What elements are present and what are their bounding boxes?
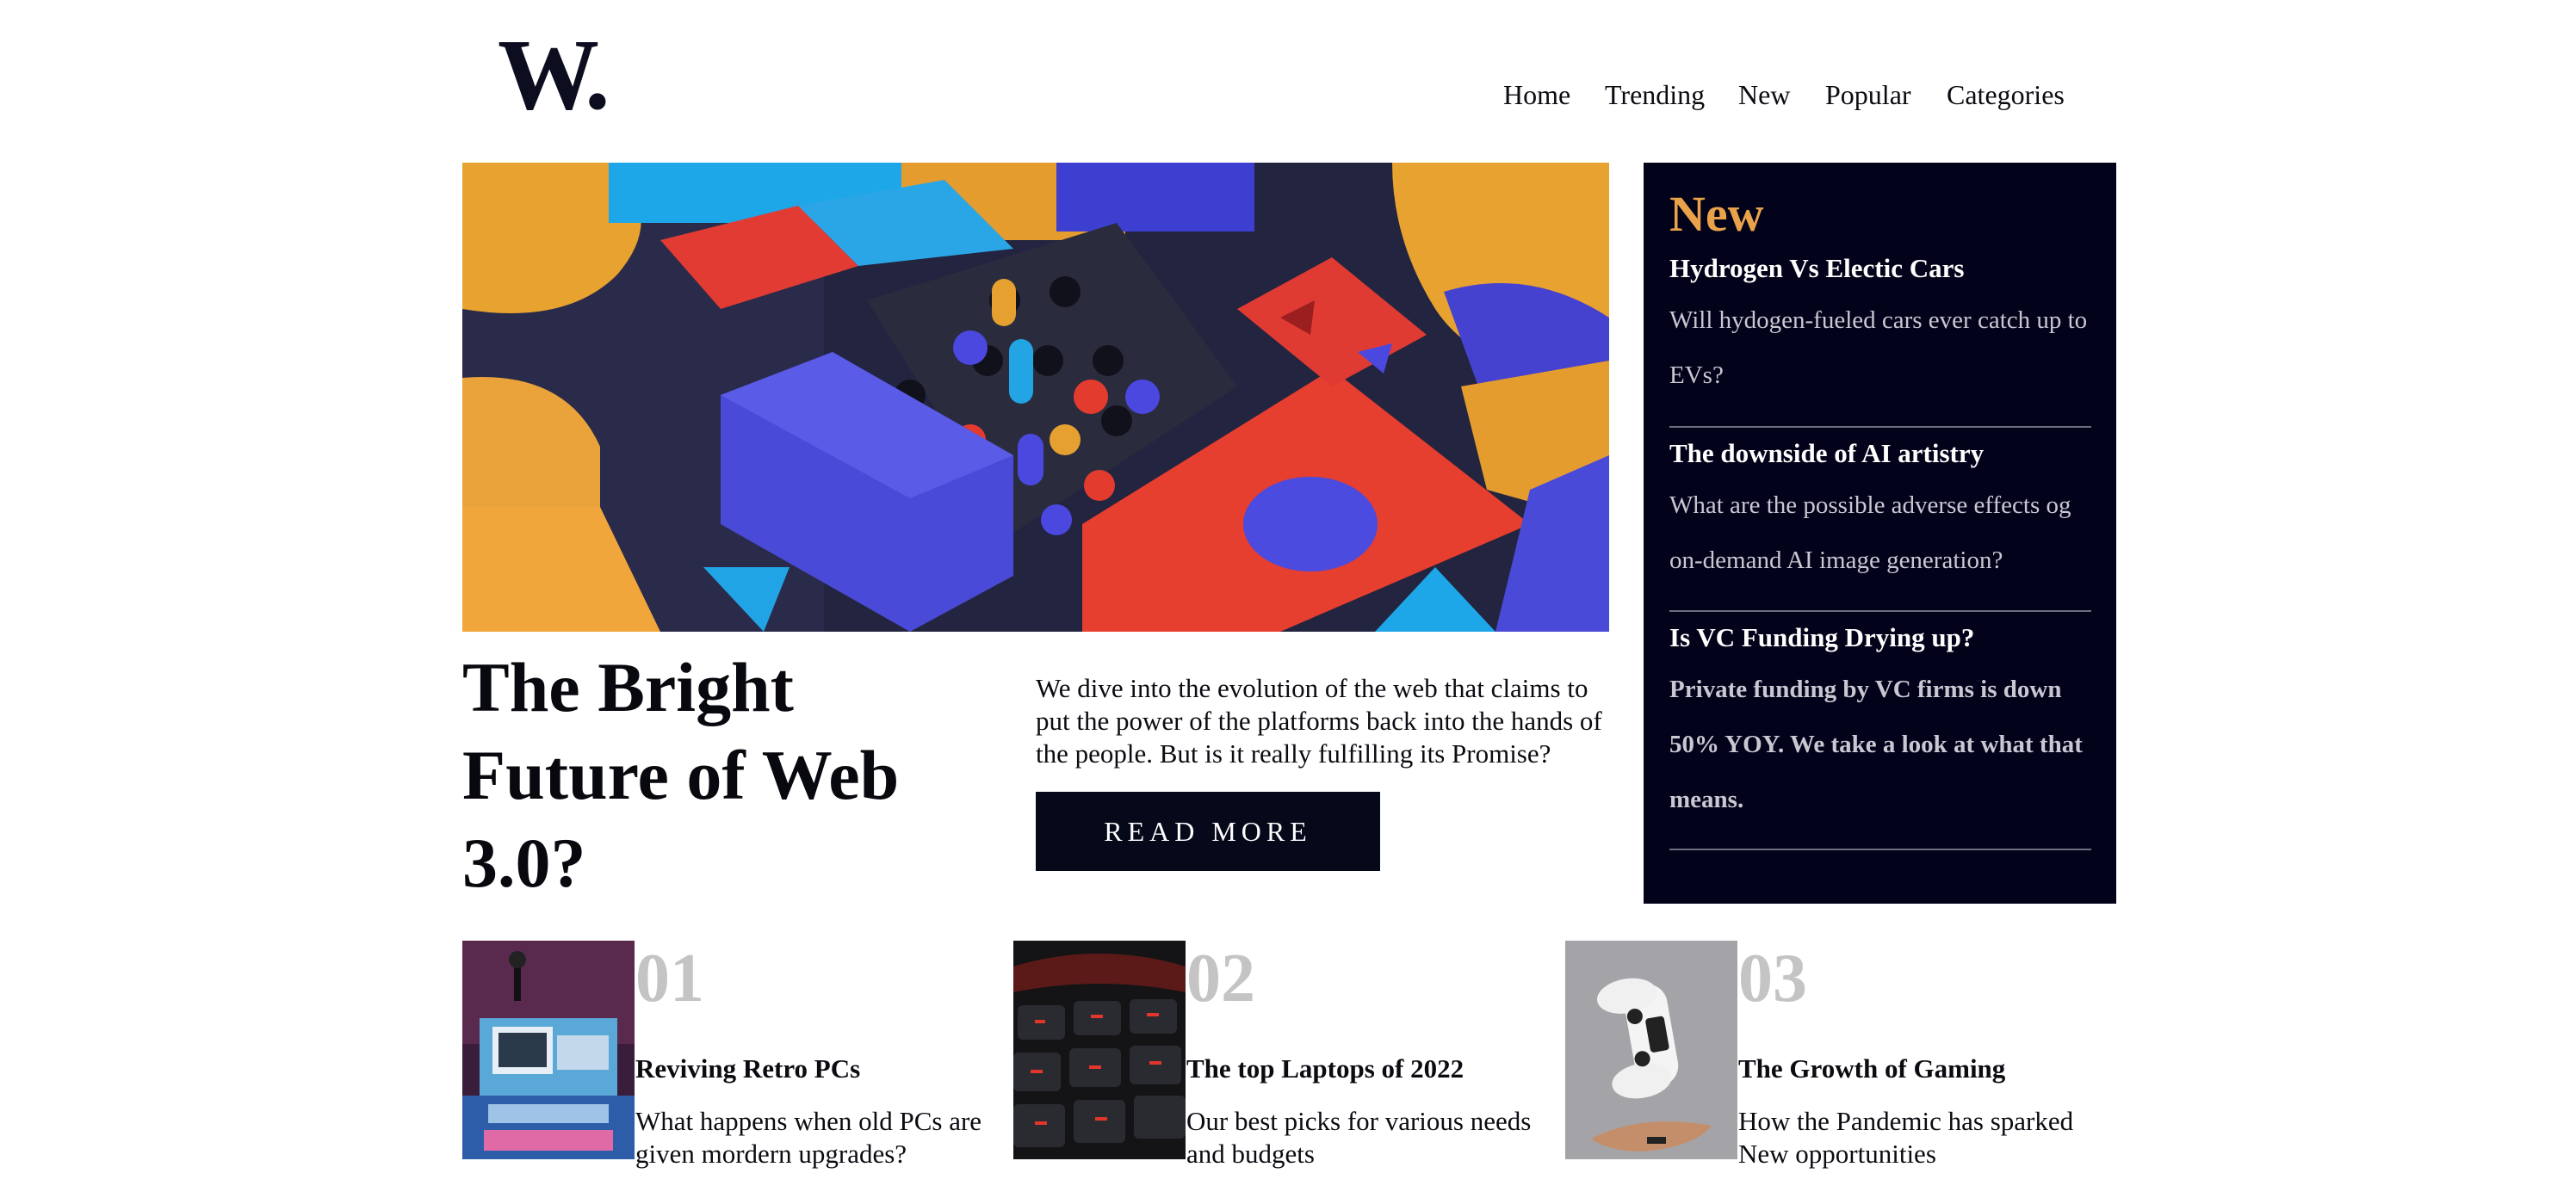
sidebar-article-body: Will hydogen-fueled cars ever catch up t…	[1669, 306, 2088, 389]
hero-title: The Bright Future of Web 3.0?	[462, 648, 900, 902]
card-title[interactable]: Reviving Retro PCs	[635, 1053, 860, 1084]
card-number: 03	[1738, 941, 1807, 1016]
sidebar-article-title[interactable]: Is VC Funding Drying up?	[1669, 621, 2091, 655]
sidebar-divider	[1669, 849, 2091, 850]
sidebar-article-title[interactable]: The downside of AI artistry	[1669, 436, 2091, 471]
nav-categories[interactable]: Categories	[1947, 79, 2065, 111]
sidebar-new: New Hydrogen Vs Electic Cars Will hydoge…	[1644, 163, 2116, 904]
card-image-gaming[interactable]	[1565, 941, 1737, 1159]
nav-new[interactable]: New	[1738, 79, 1790, 111]
card-description: What happens when old PCs are given mord…	[635, 1106, 982, 1169]
sidebar-article[interactable]: Is VC Funding Drying up? Private funding…	[1669, 621, 2091, 827]
sidebar-divider	[1669, 610, 2091, 612]
hero-intro: We dive into the evolution of the web th…	[1036, 673, 1602, 769]
card-description: How the Pandemic has sparked New opportu…	[1738, 1106, 2074, 1169]
laptop-keyboard-image	[1013, 941, 1186, 1159]
sidebar-divider	[1669, 426, 2091, 428]
sidebar-article[interactable]: Hydrogen Vs Electic Cars Will hydogen-fu…	[1669, 251, 2091, 403]
nav-popular[interactable]: Popular	[1825, 79, 1911, 111]
sidebar-article-body: Private funding by VC firms is down 50% …	[1669, 676, 2083, 813]
card-title[interactable]: The top Laptops of 2022	[1186, 1053, 1464, 1084]
sidebar-article-title[interactable]: Hydrogen Vs Electic Cars	[1669, 251, 2091, 286]
card-number: 01	[635, 941, 704, 1016]
nav-home[interactable]: Home	[1503, 79, 1570, 111]
card-number: 02	[1186, 941, 1255, 1016]
retro-pc-image	[462, 941, 635, 1159]
sidebar-article-body: What are the possible adverse effects og…	[1669, 491, 2071, 574]
read-more-button[interactable]: READ MORE	[1036, 792, 1380, 871]
hero-image	[462, 163, 1609, 632]
nav-trending[interactable]: Trending	[1605, 79, 1705, 111]
main-nav: Home Trending New Popular Categories	[0, 79, 2576, 114]
game-controller-image	[1565, 941, 1737, 1159]
sidebar-title: New	[1669, 186, 1764, 242]
card-image-retro-pc[interactable]	[462, 941, 635, 1159]
card-description: Our best picks for various needs and bud…	[1186, 1106, 1532, 1169]
card-image-laptop[interactable]	[1013, 941, 1186, 1159]
card-title[interactable]: The Growth of Gaming	[1738, 1053, 2005, 1084]
sidebar-article[interactable]: The downside of AI artistry What are the…	[1669, 436, 2091, 588]
abstract-3d-blocks-image	[462, 163, 1609, 632]
